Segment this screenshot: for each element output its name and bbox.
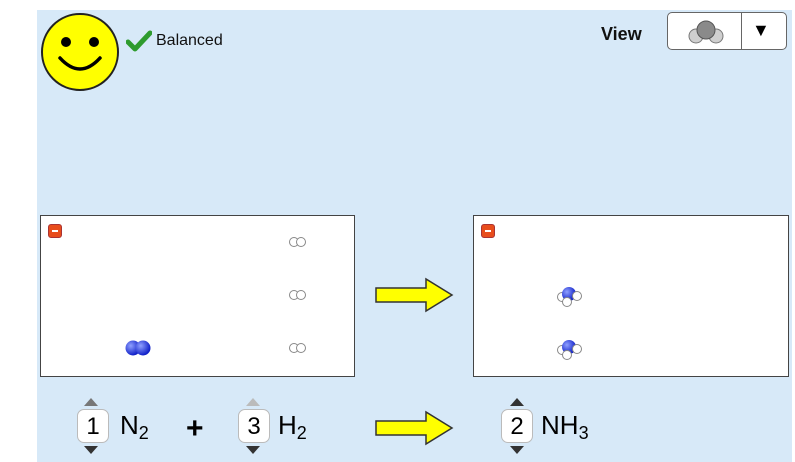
app-stage: Balanced View ▼ 1 N2 + 3 H2 2 NH3 xyxy=(0,0,795,462)
nh3-coefficient-spinner[interactable]: 2 xyxy=(501,409,533,443)
nh3-coefficient-up-arrow[interactable] xyxy=(510,398,524,406)
n2-coefficient-up-arrow[interactable] xyxy=(84,398,98,406)
n2-coefficient-spinner[interactable]: 1 xyxy=(77,409,109,443)
remove-reactants-button[interactable] xyxy=(48,224,62,238)
molecule-icon xyxy=(688,20,724,44)
balanced-label: Balanced xyxy=(156,32,223,49)
remove-products-button[interactable] xyxy=(481,224,495,238)
h2-molecule-icon xyxy=(289,343,306,353)
n2-formula: N2 xyxy=(120,410,149,443)
balanced-indicator: Balanced xyxy=(126,30,223,52)
plus-sign: + xyxy=(186,412,204,445)
view-label: View xyxy=(601,24,642,44)
view-combo-box[interactable]: ▼ xyxy=(667,12,787,50)
nh3-molecule-icon xyxy=(557,340,582,360)
h2-coefficient-up-arrow[interactable] xyxy=(246,398,260,406)
smiley-icon xyxy=(41,13,119,91)
combo-separator xyxy=(741,13,742,49)
nh3-molecule-icon xyxy=(557,287,582,307)
nh3-coefficient-down-arrow[interactable] xyxy=(510,446,524,454)
equation-arrow-icon xyxy=(375,410,454,446)
reactants-box xyxy=(40,215,355,377)
checkmark-icon xyxy=(126,30,152,52)
h2-coefficient-spinner[interactable]: 3 xyxy=(238,409,270,443)
nh3-formula: NH3 xyxy=(541,410,589,443)
n2-coefficient-down-arrow[interactable] xyxy=(84,446,98,454)
triangle-down-icon[interactable]: ▼ xyxy=(752,20,770,41)
n2-molecule-icon xyxy=(125,340,151,356)
reaction-arrow-icon xyxy=(375,277,454,313)
h2-coefficient-down-arrow[interactable] xyxy=(246,446,260,454)
h2-molecule-icon xyxy=(289,290,306,300)
h2-molecule-icon xyxy=(289,237,306,247)
h2-formula: H2 xyxy=(278,410,307,443)
products-box xyxy=(473,215,789,377)
